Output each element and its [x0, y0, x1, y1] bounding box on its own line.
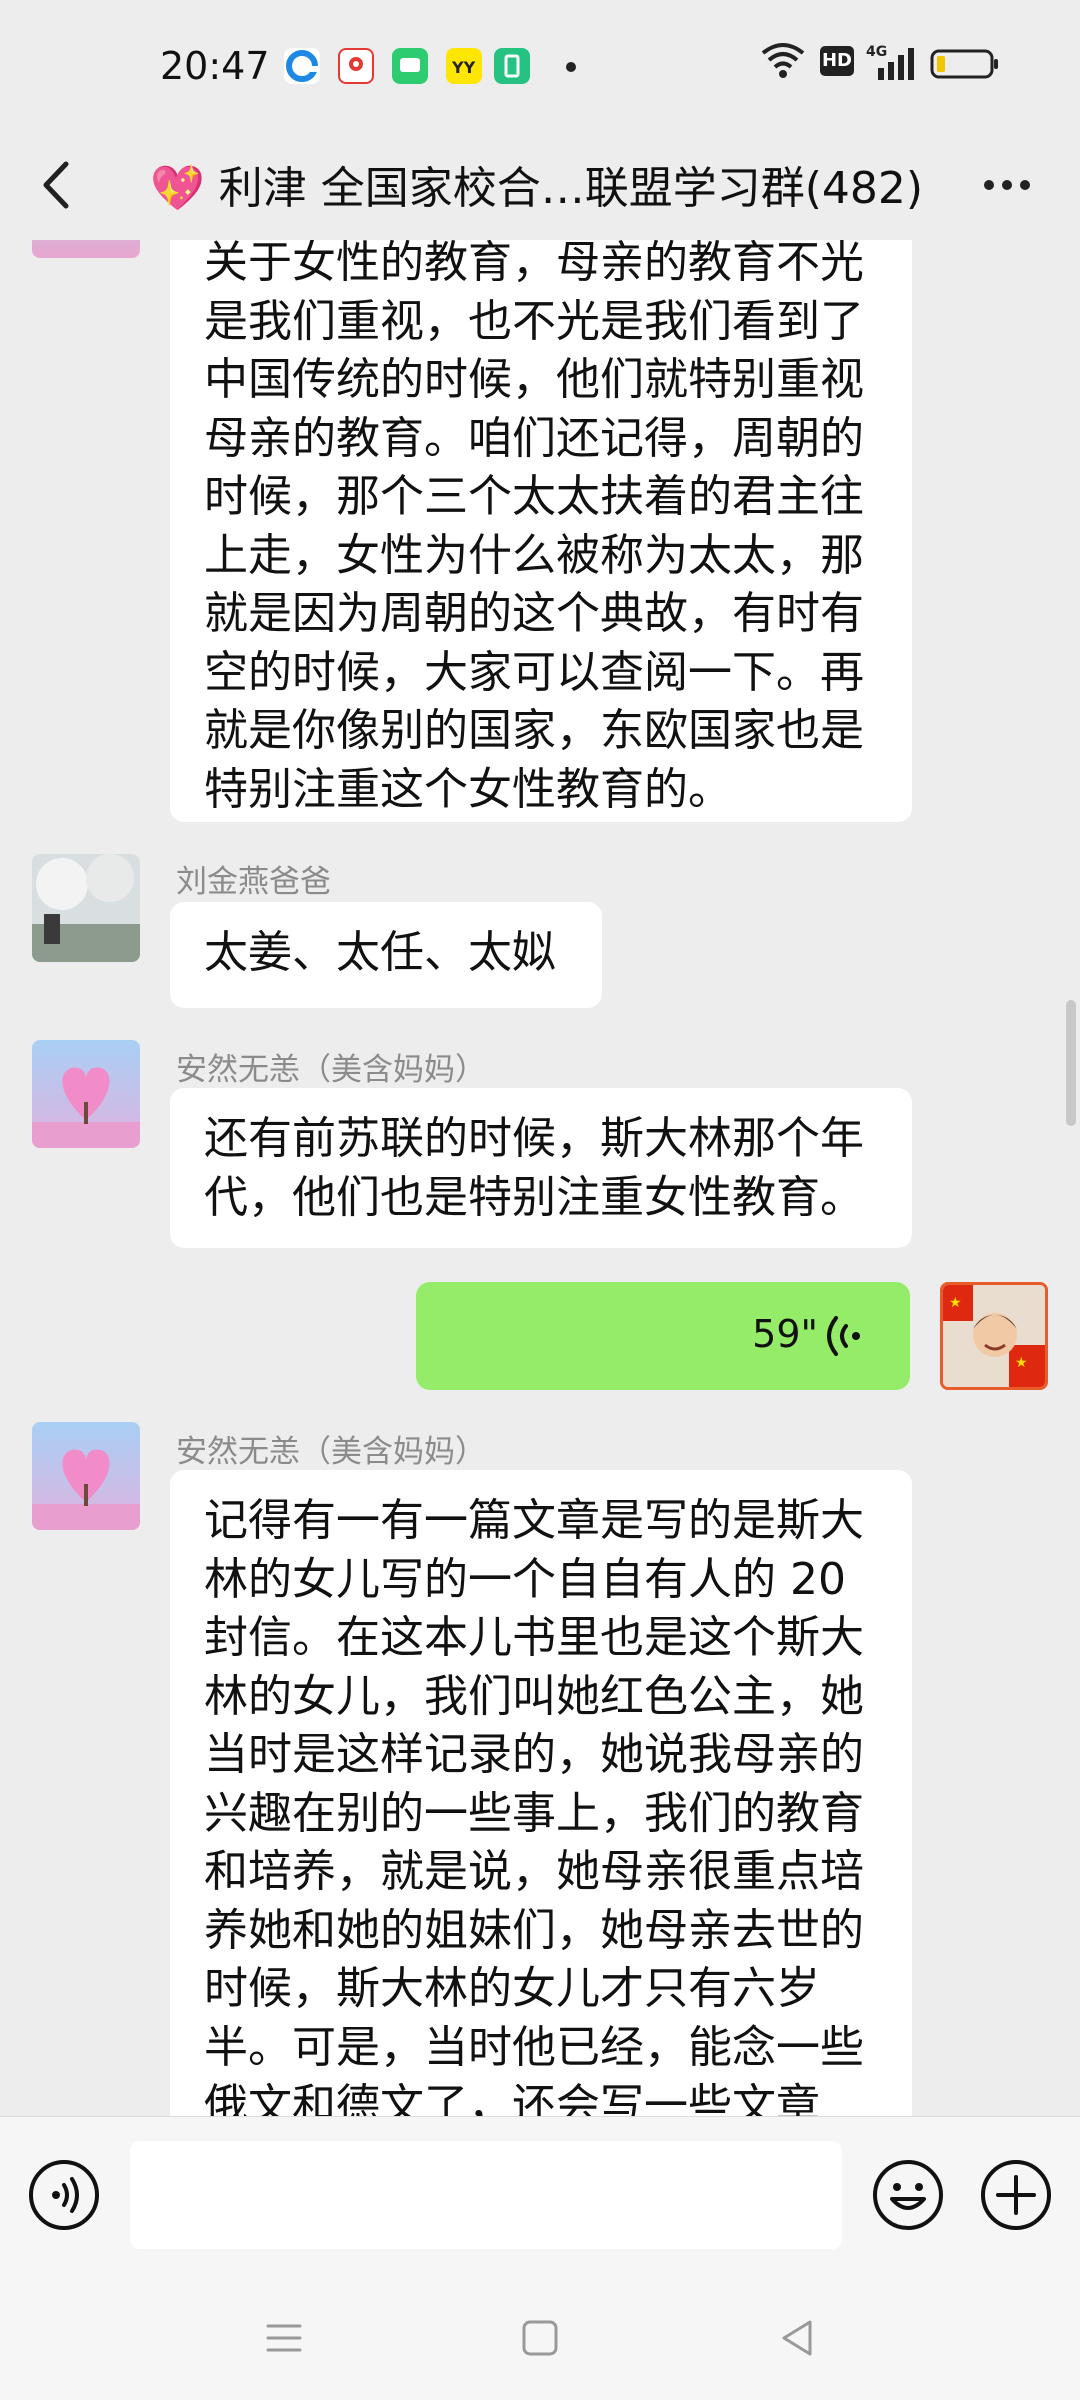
sender-name: 安然无恙（美含妈妈）	[176, 1052, 486, 1088]
system-nav-bar	[0, 2276, 1080, 2400]
message-line: 太姜、太任、太姒	[204, 927, 556, 978]
message-line: 还有前苏联的时候，斯大林那个年	[204, 1113, 864, 1164]
hd-label: HD	[821, 50, 852, 71]
message-line: 时候，斯大林的女儿才只有六岁	[204, 1963, 820, 2014]
message-line: 养她和她的姐妹们，她母亲去世的	[204, 1904, 864, 1956]
message-line: 封信。在这本儿书里也是这个斯大	[204, 1612, 864, 1663]
message-bubble[interactable]: 记得有一有一篇文章是写的是斯大 林的女儿写的一个自自有人的 20 封信。在这本儿…	[170, 1470, 912, 2116]
message-bubble[interactable]: 太姜、太任、太姒	[170, 902, 602, 1008]
svg-text:★: ★	[949, 1295, 962, 1311]
svg-text:4G: 4G	[866, 44, 887, 60]
avatar[interactable]	[32, 854, 140, 962]
message-input[interactable]	[130, 2141, 842, 2249]
battery-icon	[930, 48, 1000, 84]
message-line: 记得有一有一篇文章是写的是斯大	[204, 1495, 864, 1546]
home-nav-icon[interactable]	[518, 2316, 562, 2360]
svg-text:★: ★	[1015, 1355, 1028, 1371]
message-line: 是我们重视，也不光是我们看到了	[204, 295, 864, 347]
add-button[interactable]	[980, 2159, 1052, 2231]
menu-nav-icon[interactable]	[262, 2316, 306, 2360]
more-options-button[interactable]	[972, 152, 1042, 218]
chat-title[interactable]: 💖 利津 全国家校合…联盟学习群(482)	[150, 152, 923, 216]
message-line: 特别注重这个女性教育的。	[204, 763, 732, 815]
message-line: 关于女性的教育，母亲的教育不光	[204, 240, 864, 288]
message-line: 空的时候，大家可以查阅一下。再	[204, 646, 864, 698]
message-list[interactable]: 关于女性的教育，母亲的教育不光 是我们重视，也不光是我们看到了 中国传统的时候，…	[0, 240, 1080, 2116]
message-line: 和培养，就是说，她母亲很重点培	[204, 1846, 864, 1897]
message-line: 上走，女性为什么被称为太太，那	[204, 529, 864, 581]
message-line: 当时是这样记录的，她说我母亲的	[204, 1729, 864, 1780]
notification-dot	[566, 62, 576, 72]
status-bar: 20:47 YY HD 4G	[0, 0, 1080, 130]
message-bubble[interactable]: 还有前苏联的时候，斯大林那个年 代，他们也是特别注重女性教育。	[170, 1088, 912, 1248]
message-bubble[interactable]: 关于女性的教育，母亲的教育不光 是我们重视，也不光是我们看到了 中国传统的时候，…	[170, 240, 912, 822]
yy-icon: YY	[446, 48, 482, 84]
message-line: 时候，那个三个太太扶着的君主往	[204, 471, 864, 522]
message-line: 兴趣在别的一些事上，我们的教育	[204, 1787, 864, 1839]
emoji-button[interactable]	[872, 2159, 944, 2231]
voice-message[interactable]: 59"	[416, 1282, 910, 1390]
back-nav-icon[interactable]	[776, 2316, 820, 2360]
voice-duration: 59"	[752, 1312, 818, 1356]
signal-icon: 4G	[866, 42, 918, 86]
avatar[interactable]	[32, 240, 140, 258]
self-avatar[interactable]: ★ ★	[940, 1282, 1048, 1390]
wifi-icon	[760, 40, 806, 84]
back-button[interactable]	[30, 152, 90, 218]
scrollbar-thumb[interactable]	[1066, 1000, 1076, 1126]
sender-name: 安然无恙（美含妈妈）	[176, 1434, 486, 1470]
status-time: 20:47	[160, 44, 270, 88]
voice-wave-icon	[827, 1316, 860, 1356]
avatar[interactable]	[32, 1040, 140, 1148]
message-line: 俄文和德文了，还会写一些文章	[204, 2080, 820, 2116]
input-bar	[0, 2116, 1080, 2277]
browser-icon	[284, 48, 320, 84]
battery-app-icon	[494, 48, 530, 84]
map-icon	[338, 48, 374, 84]
message-line: 就是你像别的国家，东欧国家也是	[204, 705, 864, 756]
voice-input-button[interactable]	[28, 2159, 100, 2231]
message-line: 中国传统的时候，他们就特别重视	[204, 354, 864, 405]
message-line: 代，他们也是特别注重女性教育。	[204, 1171, 864, 1223]
message-line: 就是因为周朝的这个典故，有时有	[204, 588, 864, 639]
message-line: 林的女儿，我们叫她红色公主，她	[204, 1670, 864, 1722]
svg-text:YY: YY	[451, 58, 476, 77]
message-line: 半。可是，当时他已经，能念一些	[204, 2021, 864, 2073]
avatar[interactable]	[32, 1422, 140, 1530]
hd-badge: HD	[820, 46, 854, 76]
chat-header: 💖 利津 全国家校合…联盟学习群(482)	[0, 130, 1080, 240]
sender-name: 刘金燕爸爸	[176, 864, 331, 900]
message-line: 林的女儿写的一个自自有人的 20	[204, 1553, 846, 1605]
chat-app-icon	[392, 48, 428, 84]
message-line: 母亲的教育。咱们还记得，周朝的	[204, 412, 864, 464]
